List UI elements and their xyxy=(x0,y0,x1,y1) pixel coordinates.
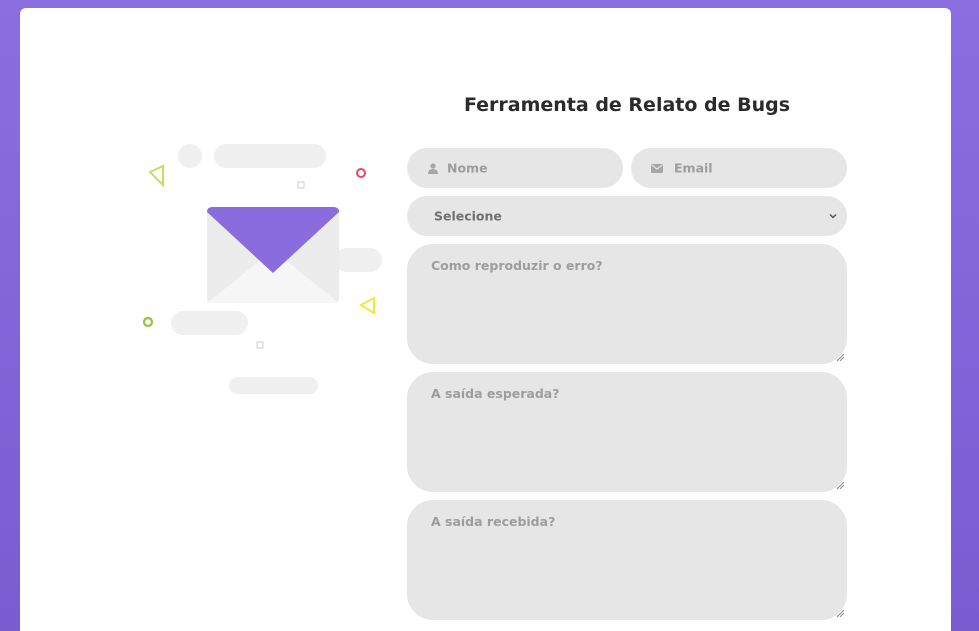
email-placeholder: Email xyxy=(674,160,713,176)
expected-textarea[interactable]: A saída esperada? xyxy=(407,372,847,492)
category-selected-value: Selecione xyxy=(434,208,502,224)
name-placeholder: Nome xyxy=(447,160,488,176)
envelope-illustration xyxy=(120,130,400,410)
name-field[interactable]: Nome xyxy=(407,148,623,188)
envelope-icon xyxy=(651,162,663,174)
ring-red-icon xyxy=(356,168,366,178)
category-select[interactable]: Selecione xyxy=(407,196,847,236)
steps-textarea[interactable]: Como reproduzir o erro? xyxy=(407,244,847,364)
triangle-green-icon xyxy=(148,164,164,188)
steps-placeholder: Como reproduzir o erro? xyxy=(431,258,603,273)
ring-green-icon xyxy=(142,316,154,328)
square-outline-icon xyxy=(297,181,305,189)
email-field[interactable]: Email xyxy=(631,148,847,188)
triangle-yellow-icon xyxy=(358,296,375,315)
resize-handle-icon[interactable] xyxy=(836,353,845,362)
chevron-down-icon xyxy=(829,213,837,219)
resize-handle-icon[interactable] xyxy=(836,481,845,490)
resize-handle-icon[interactable] xyxy=(836,609,845,618)
square-outline-icon xyxy=(256,341,264,349)
user-icon xyxy=(427,162,439,174)
received-placeholder: A saída recebida? xyxy=(431,514,556,529)
envelope-svg xyxy=(142,164,375,349)
expected-placeholder: A saída esperada? xyxy=(431,386,560,401)
page-title: Ferramenta de Relato de Bugs xyxy=(463,94,791,116)
received-textarea[interactable]: A saída recebida? xyxy=(407,500,847,620)
